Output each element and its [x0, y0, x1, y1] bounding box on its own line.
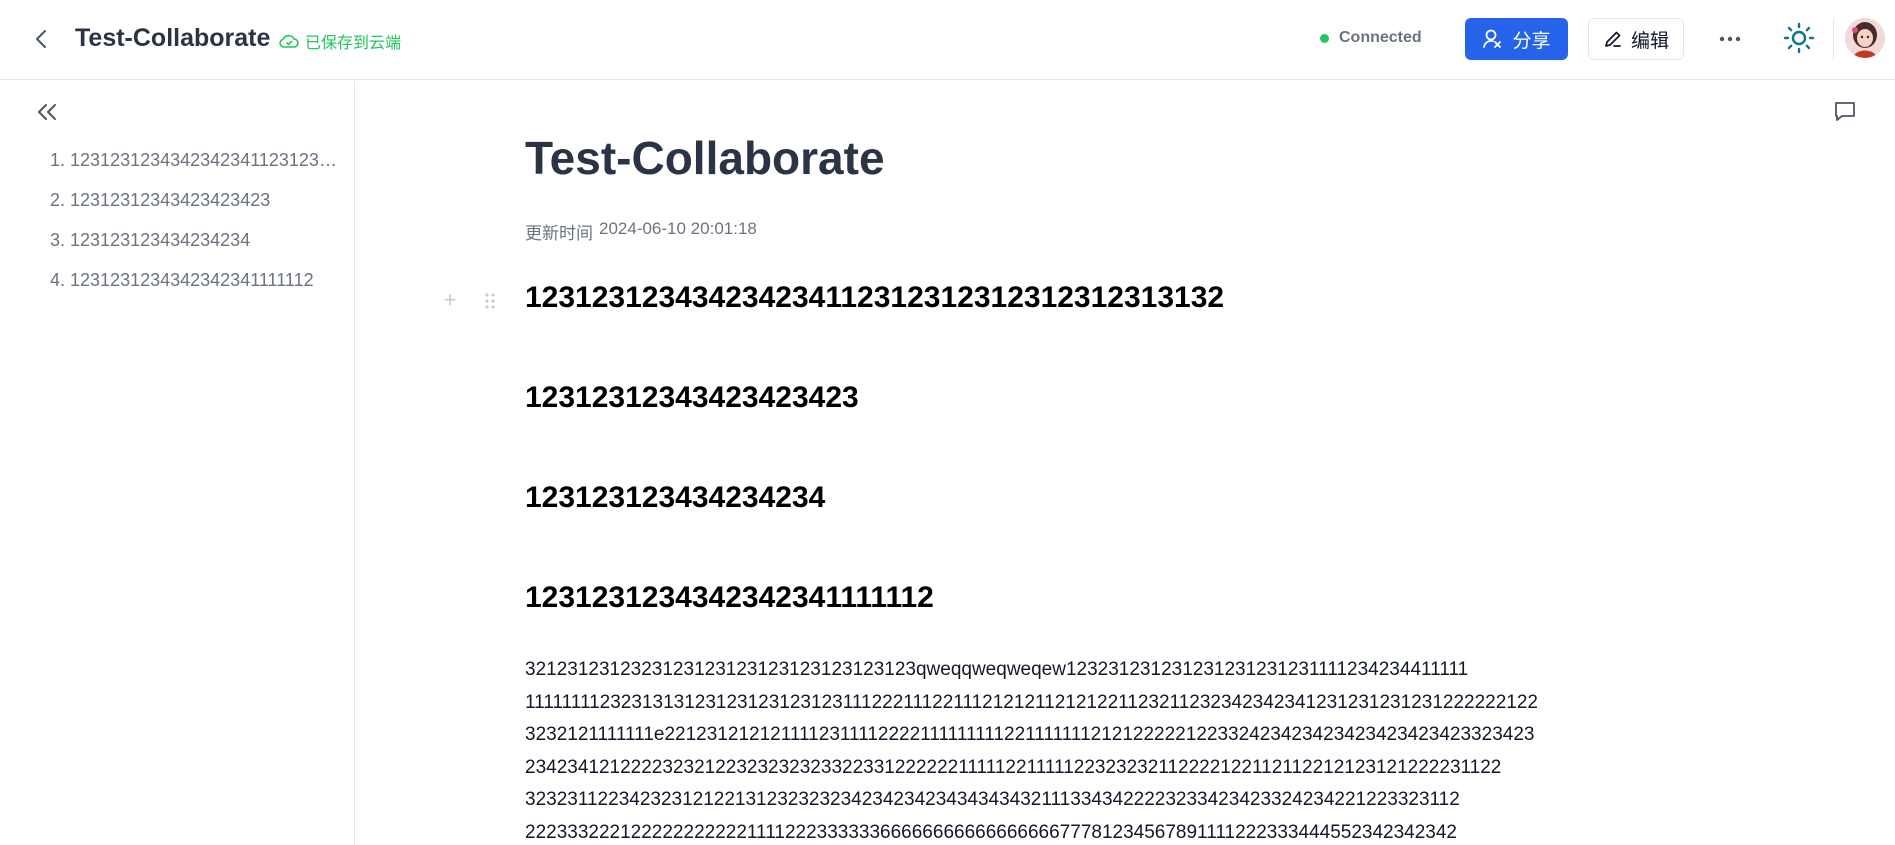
back-button[interactable] — [26, 24, 56, 54]
heading-2[interactable]: 12312312343423423423 — [525, 381, 859, 415]
double-chevron-left-icon — [38, 104, 56, 120]
edit-button[interactable]: 编辑 — [1588, 18, 1684, 60]
outline-sidebar: 1. 1231231234342342341123123123123123123… — [0, 81, 355, 845]
drag-handle-icon — [485, 293, 495, 309]
document-editor[interactable]: Test-Collaborate 更新时间 2024-06-10 20:01:1… — [444, 81, 1565, 845]
header-divider — [1833, 18, 1834, 60]
plus-icon: + — [443, 287, 457, 312]
outline-item-4[interactable]: 4. 12312312343423423411111​12 — [50, 263, 340, 303]
paragraph-line: 2223332221222222222221111222333333666666… — [525, 821, 1457, 843]
paragraph-line: 3232311223423231212213123232323423423423… — [525, 789, 1460, 810]
avatar[interactable] — [1845, 18, 1885, 58]
sun-icon — [1783, 22, 1815, 54]
edit-button-label: 编辑 — [1630, 30, 1669, 52]
user-plus-icon — [1483, 29, 1502, 48]
status-dot — [1320, 33, 1329, 43]
ellipsis-icon — [1719, 36, 1741, 42]
cloud-check-icon — [279, 34, 299, 48]
paragraph[interactable]: 3212312312323123123123123123123123123qwe… — [525, 654, 1565, 845]
connection-status: Connected — [1320, 29, 1422, 47]
more-options-button[interactable] — [1714, 24, 1746, 54]
outline-item-1[interactable]: 1. 1231231234342342341123123123123123123… — [50, 143, 340, 183]
heading-3[interactable]: 123123123434234234 — [525, 481, 825, 515]
theme-toggle-button[interactable] — [1781, 20, 1817, 56]
heading-1[interactable]: 1231231234342342341123123123123123123131… — [525, 281, 1224, 315]
comments-button[interactable] — [1830, 96, 1860, 126]
pencil-icon — [1605, 31, 1621, 47]
top-header: Test-Collaborate 已保存到云端 Connected 分享 编辑 — [0, 0, 1895, 80]
user-avatar-icon — [1845, 18, 1885, 58]
update-time-value: 2024-06-10 20:01:18 — [599, 219, 757, 238]
outline-list: 1. 1231231234342342341123123123123123123… — [50, 143, 340, 303]
heading-4[interactable]: 123123123434234234111111​2 — [525, 581, 934, 615]
save-status-label: 已保存到云端 — [305, 35, 402, 52]
chevron-left-icon — [36, 30, 46, 48]
outline-item-2[interactable]: 2. 1231231234342342​3423 — [50, 183, 340, 223]
paragraph-line: 2342341212222323212232323232332233122222… — [525, 756, 1502, 778]
paragraph-line: 3232121111111e22123121212111123111122221… — [525, 724, 1535, 745]
share-button-label: 分享 — [1512, 30, 1551, 52]
update-time: 更新时间 2024-06-10 20:01:18 — [525, 219, 757, 244]
document-title: Test-Collaborate — [75, 24, 271, 52]
update-time-label: 更新时间 — [525, 224, 593, 243]
paragraph-line: 1111111123231313123123123123123111222111… — [525, 691, 1538, 713]
collapse-sidebar-button[interactable] — [32, 97, 62, 127]
save-status: 已保存到云端 — [279, 29, 401, 53]
drag-handle[interactable] — [483, 291, 497, 311]
paragraph-line: 3212312312323123123123123123123123123qwe… — [525, 659, 1469, 680]
add-block-button[interactable]: + — [440, 287, 460, 312]
connection-status-label: Connected — [1339, 29, 1422, 46]
comment-icon — [1835, 102, 1855, 121]
share-button[interactable]: 分享 — [1465, 18, 1568, 60]
page-title[interactable]: Test-Collaborate — [525, 131, 885, 185]
outline-item-3[interactable]: 3. 123123123434234234 — [50, 223, 340, 263]
